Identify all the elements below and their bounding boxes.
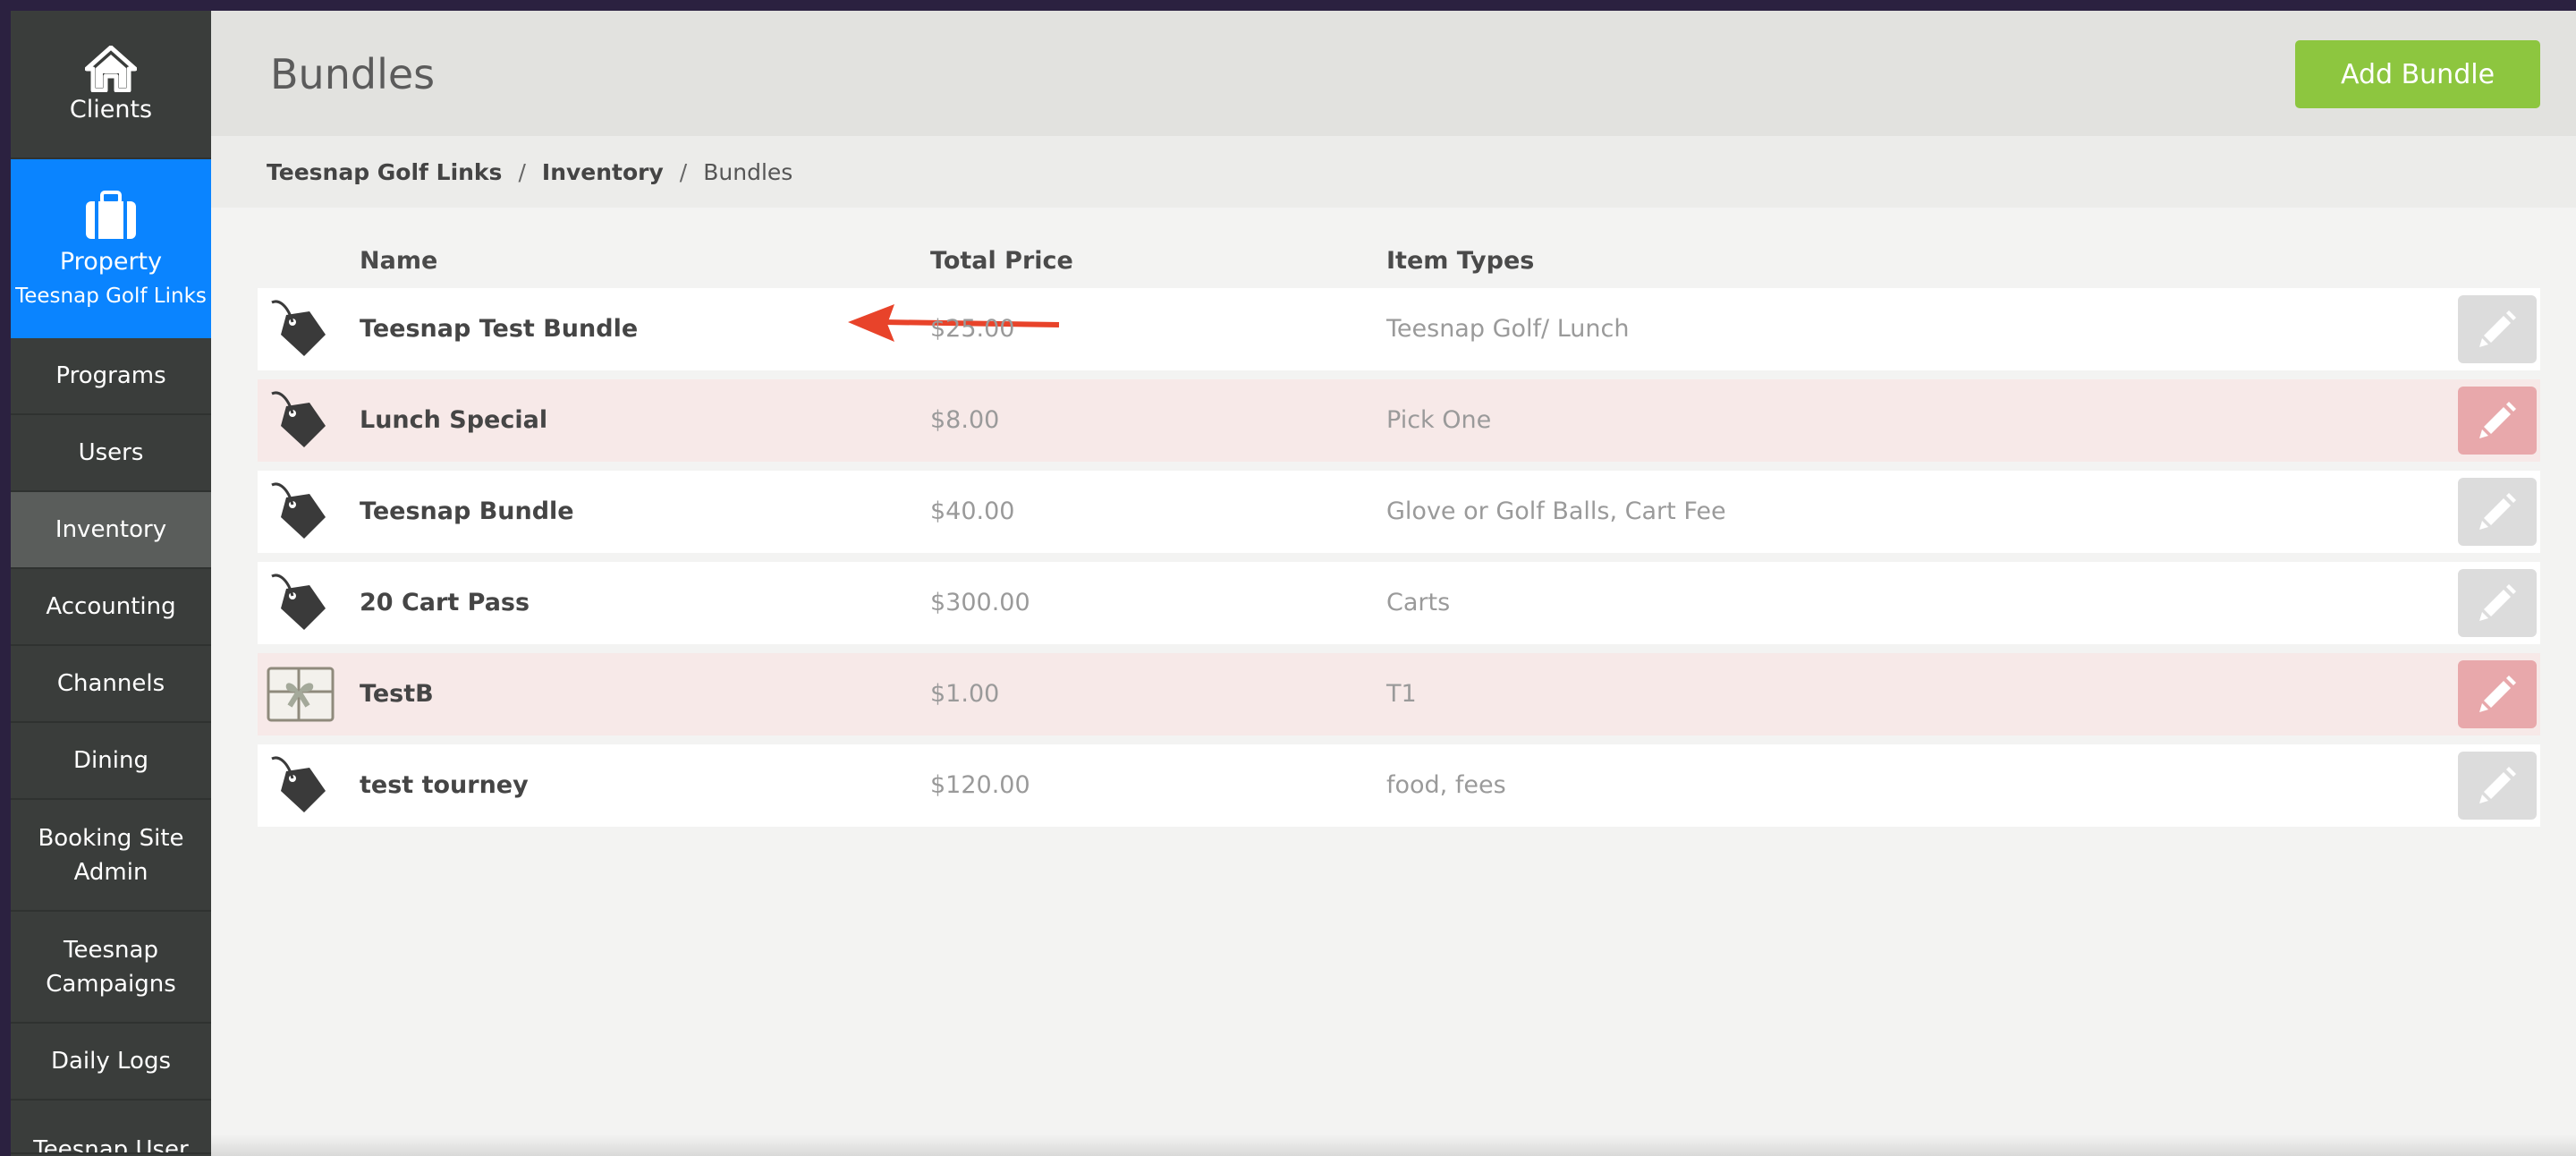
table-row[interactable]: Teesnap Test Bundle $25.00 Teesnap Golf/…	[258, 288, 2540, 370]
sidebar-item-label: Booking Site Admin	[38, 824, 184, 886]
tag-icon	[271, 482, 326, 539]
sidebar-item-inventory[interactable]: Inventory	[11, 492, 211, 569]
sidebar-item-programs[interactable]: Programs	[11, 338, 211, 415]
bundle-name: TestB	[360, 680, 434, 708]
column-header-name: Name	[360, 247, 438, 275]
sidebar-item-label: Inventory	[55, 516, 167, 543]
gift-card-icon	[267, 667, 335, 722]
bundle-item-types: Pick One	[1386, 406, 1492, 434]
tag-icon	[271, 756, 326, 812]
sidebar-item-property[interactable]: Property Teesnap Golf Links	[11, 159, 211, 338]
column-header-types: Item Types	[1386, 247, 1535, 275]
sidebar-item-booking-site-admin[interactable]: Booking Site Admin	[11, 800, 211, 912]
pencil-icon	[2479, 676, 2516, 712]
tag-icon	[271, 300, 326, 356]
home-icon	[85, 45, 137, 92]
bundle-item-types: Carts	[1386, 589, 1451, 616]
bundle-price: $40.00	[930, 497, 1015, 525]
add-bundle-button[interactable]: Add Bundle	[2295, 40, 2540, 108]
breadcrumb-separator: /	[518, 158, 526, 185]
breadcrumb-link-inventory[interactable]: Inventory	[542, 159, 664, 185]
sidebar-item-label: Programs	[55, 362, 166, 389]
sidebar-item-daily-logs[interactable]: Daily Logs	[11, 1024, 211, 1101]
bundle-name: Teesnap Bundle	[360, 497, 574, 525]
briefcase-icon	[86, 190, 136, 239]
sidebar-item-label: Property	[59, 247, 163, 276]
edit-button[interactable]	[2458, 295, 2537, 363]
sidebar-item-teesnap-campaigns[interactable]: Teesnap Campaigns	[11, 912, 211, 1024]
sidebar-item-label: Accounting	[46, 593, 176, 620]
page-header: Bundles Add Bundle	[211, 11, 2576, 136]
bundle-price: $120.00	[930, 771, 1030, 799]
table-header: Name Total Price Item Types	[258, 234, 2540, 288]
bundle-price: $300.00	[930, 589, 1030, 616]
table-row[interactable]: 20 Cart Pass $300.00 Carts	[258, 562, 2540, 644]
sidebar-item-label: Teesnap Campaigns	[46, 936, 176, 998]
sidebar-item-label: Users	[78, 439, 144, 466]
bundle-item-types: Teesnap Golf/ Lunch	[1386, 315, 1630, 343]
sidebar-item-channels[interactable]: Channels	[11, 646, 211, 723]
table-row[interactable]: Lunch Special $8.00 Pick One	[258, 379, 2540, 462]
pencil-icon	[2479, 493, 2516, 530]
table-row[interactable]: test tourney $120.00 food, fees	[258, 744, 2540, 827]
breadcrumb: Teesnap Golf Links / Inventory / Bundles	[211, 136, 2576, 208]
bundle-name: 20 Cart Pass	[360, 589, 530, 616]
bundle-item-types: food, fees	[1386, 771, 1506, 799]
edit-button[interactable]	[2458, 660, 2537, 728]
window-bottom-edge	[211, 1135, 2576, 1156]
edit-button[interactable]	[2458, 478, 2537, 546]
sidebar-item-label: Dining	[73, 747, 148, 774]
bundle-name: Teesnap Test Bundle	[360, 315, 639, 343]
breadcrumb-link-property[interactable]: Teesnap Golf Links	[267, 159, 502, 185]
bundle-item-types: Glove or Golf Balls, Cart Fee	[1386, 497, 1726, 525]
sidebar-item-label: Teesnap User	[33, 1136, 189, 1154]
bundle-price: $1.00	[930, 680, 1000, 708]
tag-icon	[271, 574, 326, 630]
app-frame: Clients Property Teesnap Golf Links Prog…	[11, 11, 2576, 1156]
pencil-icon	[2479, 402, 2516, 438]
sidebar-item-dining[interactable]: Dining	[11, 723, 211, 800]
pencil-icon	[2479, 310, 2516, 347]
property-name: Teesnap Golf Links	[15, 284, 207, 308]
edit-button[interactable]	[2458, 752, 2537, 820]
table-row[interactable]: Teesnap Bundle $40.00 Glove or Golf Ball…	[258, 471, 2540, 553]
table-row[interactable]: TestB $1.00 T1	[258, 653, 2540, 735]
edit-button[interactable]	[2458, 569, 2537, 637]
bundle-name: test tourney	[360, 771, 529, 799]
sidebar-item-teesnap-user[interactable]: Teesnap User	[11, 1101, 211, 1154]
sidebar-item-label: Clients	[69, 95, 153, 123]
sidebar-item-accounting[interactable]: Accounting	[11, 569, 211, 646]
column-header-price: Total Price	[930, 247, 1073, 275]
bundle-name: Lunch Special	[360, 406, 548, 434]
sidebar-item-users[interactable]: Users	[11, 415, 211, 492]
sidebar: Clients Property Teesnap Golf Links Prog…	[11, 11, 211, 1156]
bundle-item-types: T1	[1386, 680, 1417, 708]
breadcrumb-current: Bundles	[703, 158, 793, 185]
pencil-icon	[2479, 584, 2516, 621]
bundle-price: $8.00	[930, 406, 1000, 434]
bundle-price: $25.00	[930, 315, 1015, 343]
tag-icon	[271, 391, 326, 447]
sidebar-item-clients[interactable]: Clients	[11, 11, 211, 159]
edit-button[interactable]	[2458, 387, 2537, 455]
bundles-table: Name Total Price Item Types Teesnap Test…	[258, 234, 2540, 836]
sidebar-item-label: Daily Logs	[50, 1048, 172, 1075]
breadcrumb-separator: /	[679, 158, 688, 185]
pencil-icon	[2479, 767, 2516, 803]
sidebar-item-label: Channels	[56, 670, 165, 697]
page-title: Bundles	[270, 50, 436, 98]
